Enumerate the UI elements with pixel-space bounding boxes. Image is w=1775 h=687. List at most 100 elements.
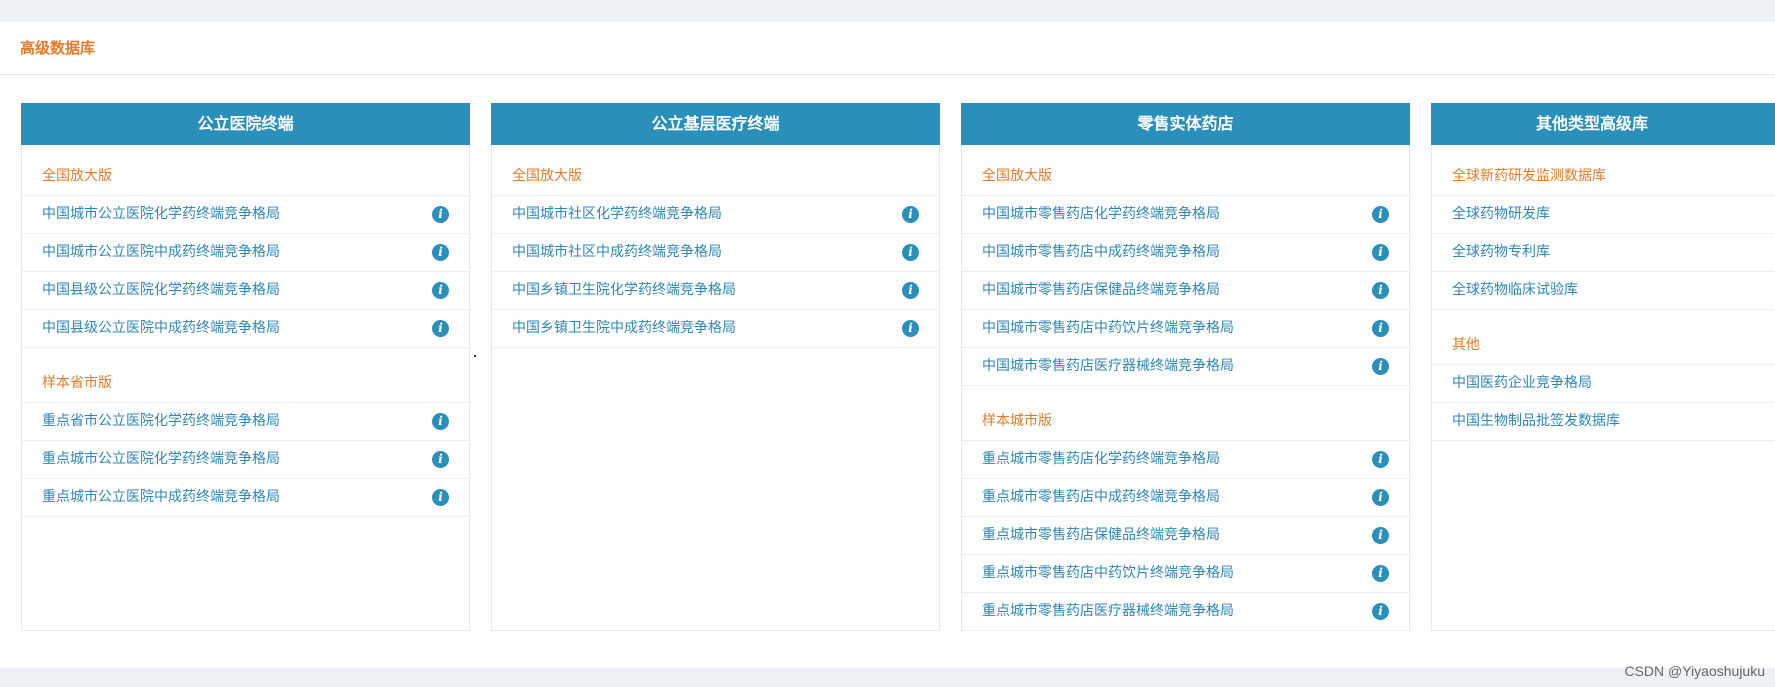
database-link-label: 重点城市零售药店保健品终端竞争格局 xyxy=(982,527,1220,543)
group-title: 全国放大版 xyxy=(962,157,1409,196)
info-icon[interactable]: i xyxy=(1372,527,1389,544)
database-link-label: 中国医药企业竞争格局 xyxy=(1452,375,1592,391)
info-icon[interactable]: i xyxy=(902,244,919,261)
database-link-label: 重点城市零售药店医疗器械终端竞争格局 xyxy=(982,603,1234,619)
database-link[interactable]: 重点城市零售药店中成药终端竞争格局 i xyxy=(962,479,1409,517)
database-link-label: 重点城市公立医院化学药终端竞争格局 xyxy=(42,451,280,467)
database-link[interactable]: 中国乡镇卫生院化学药终端竞争格局 i xyxy=(492,272,939,310)
database-link[interactable]: 重点城市零售药店化学药终端竞争格局 i xyxy=(962,441,1409,479)
info-icon[interactable]: i xyxy=(432,489,449,506)
database-link[interactable]: 全球药物研发库 xyxy=(1432,196,1775,234)
database-link-label: 重点省市公立医院化学药终端竞争格局 xyxy=(42,413,280,429)
database-link[interactable]: 全球药物临床试验库 xyxy=(1432,272,1775,310)
info-icon[interactable]: i xyxy=(1372,206,1389,223)
database-link[interactable]: 中国城市零售药店中成药终端竞争格局 i xyxy=(962,234,1409,272)
database-link[interactable]: 重点城市零售药店保健品终端竞争格局 i xyxy=(962,517,1409,555)
info-icon[interactable]: i xyxy=(432,206,449,223)
info-icon[interactable]: i xyxy=(432,282,449,299)
database-link-label: 重点城市公立医院中成药终端竞争格局 xyxy=(42,489,280,505)
column-body: 全国放大版 中国城市公立医院化学药终端竞争格局 i 中国城市公立医院中成药终端竞争格局… xyxy=(22,145,469,517)
panel-title: 高级数据库 xyxy=(0,22,1775,75)
database-link-label: 中国城市零售药店中成药终端竞争格局 xyxy=(982,244,1220,260)
column-body: 全国放大版 中国城市社区化学药终端竞争格局 i 中国城市社区中成药终端竞争格局 i 中国乡… xyxy=(492,145,939,348)
database-link[interactable]: 中国城市零售药店中药饮片终端竞争格局 i xyxy=(962,310,1409,348)
group-title: 样本城市版 xyxy=(962,402,1409,441)
group-title: 其他 xyxy=(1432,326,1775,365)
info-icon[interactable]: i xyxy=(1372,451,1389,468)
info-icon[interactable]: i xyxy=(1372,565,1389,582)
database-link-label: 全球药物研发库 xyxy=(1452,206,1550,222)
info-icon[interactable]: i xyxy=(1372,282,1389,299)
database-link-label: 中国乡镇卫生院中成药终端竞争格局 xyxy=(512,320,736,336)
database-link[interactable]: 中国城市零售药店保健品终端竞争格局 i xyxy=(962,272,1409,310)
item-group: 全国放大版 中国城市零售药店化学药终端竞争格局 i 中国城市零售药店中成药终端竞争格局… xyxy=(962,157,1409,386)
column-other-databases: 其他类型高级库 全球新药研发监测数据库全球药物研发库 全球药物专利库全球药物临床试… xyxy=(1431,103,1775,631)
database-link[interactable]: 中国县级公立医院化学药终端竞争格局 i xyxy=(22,272,469,310)
database-link-label: 中国城市零售药店医疗器械终端竞争格局 xyxy=(982,358,1234,374)
database-link[interactable]: 重点城市零售药店中药饮片终端竞争格局 i xyxy=(962,555,1409,593)
database-link[interactable]: 全球药物专利库 xyxy=(1432,234,1775,272)
info-icon[interactable]: i xyxy=(1372,603,1389,620)
database-link[interactable]: 重点城市公立医院化学药终端竞争格局 i xyxy=(22,441,469,479)
database-link-label: 中国城市社区中成药终端竞争格局 xyxy=(512,244,722,260)
database-link[interactable]: 重点城市公立医院中成药终端竞争格局 i xyxy=(22,479,469,517)
info-icon[interactable]: i xyxy=(1372,244,1389,261)
stray-dot xyxy=(474,355,476,357)
database-link[interactable]: 中国城市公立医院化学药终端竞争格局 i xyxy=(22,196,469,234)
info-icon[interactable]: i xyxy=(1372,358,1389,375)
column-retail-pharmacy: 零售实体药店 全国放大版 中国城市零售药店化学药终端竞争格局 i 中国城市零售药店中成… xyxy=(961,103,1410,631)
info-icon[interactable]: i xyxy=(902,320,919,337)
database-link-label: 中国县级公立医院化学药终端竞争格局 xyxy=(42,282,280,298)
group-title-link[interactable]: 全球新药研发监测数据库 xyxy=(1432,157,1775,196)
column-public-hospital: 公立医院终端 全国放大版 中国城市公立医院化学药终端竞争格局 i 中国城市公立医院中成… xyxy=(21,103,470,631)
database-link-label: 中国城市零售药店化学药终端竞争格局 xyxy=(982,206,1220,222)
column-body: 全球新药研发监测数据库全球药物研发库 全球药物专利库全球药物临床试验库其他中国医药… xyxy=(1432,145,1775,441)
database-link-label: 中国生物制品批签发数据库 xyxy=(1452,413,1620,429)
database-link[interactable]: 中国县级公立医院中成药终端竞争格局 i xyxy=(22,310,469,348)
info-icon[interactable]: i xyxy=(432,320,449,337)
database-link-label: 全球药物专利库 xyxy=(1452,244,1550,260)
database-link-label: 中国城市零售药店中药饮片终端竞争格局 xyxy=(982,320,1234,336)
item-group: 其他中国医药企业竞争格局中国生物制品批签发数据库 xyxy=(1432,326,1775,441)
info-icon[interactable]: i xyxy=(902,282,919,299)
database-link[interactable]: 中国生物制品批签发数据库 xyxy=(1432,403,1775,441)
column-body: 全国放大版 中国城市零售药店化学药终端竞争格局 i 中国城市零售药店中成药终端竞争格局… xyxy=(962,145,1409,631)
info-icon[interactable]: i xyxy=(432,413,449,430)
database-link[interactable]: 中国乡镇卫生院中成药终端竞争格局 i xyxy=(492,310,939,348)
column-primary-care: 公立基层医疗终端 全国放大版 中国城市社区化学药终端竞争格局 i 中国城市社区中成药终… xyxy=(491,103,940,631)
info-icon[interactable]: i xyxy=(432,451,449,468)
database-link[interactable]: 重点城市零售药店医疗器械终端竞争格局 i xyxy=(962,593,1409,631)
info-icon[interactable]: i xyxy=(1372,489,1389,506)
database-link[interactable]: 中国城市社区化学药终端竞争格局 i xyxy=(492,196,939,234)
watermark: CSDN @Yiyaoshujuku xyxy=(1624,663,1765,679)
item-group: 全国放大版 中国城市社区化学药终端竞争格局 i 中国城市社区中成药终端竞争格局 i 中国乡… xyxy=(492,157,939,348)
database-link[interactable]: 重点省市公立医院化学药终端竞争格局 i xyxy=(22,403,469,441)
info-icon[interactable]: i xyxy=(1372,320,1389,337)
database-link[interactable]: 中国医药企业竞争格局 xyxy=(1432,365,1775,403)
database-link-label: 中国城市社区化学药终端竞争格局 xyxy=(512,206,722,222)
database-link-label: 中国城市零售药店保健品终端竞争格局 xyxy=(982,282,1220,298)
database-link-label: 重点城市零售药店中药饮片终端竞争格局 xyxy=(982,565,1234,581)
database-link[interactable]: 中国城市社区中成药终端竞争格局 i xyxy=(492,234,939,272)
database-link[interactable]: 中国城市零售药店化学药终端竞争格局 i xyxy=(962,196,1409,234)
database-link-label: 中国城市公立医院中成药终端竞争格局 xyxy=(42,244,280,260)
database-link[interactable]: 中国城市公立医院中成药终端竞争格局 i xyxy=(22,234,469,272)
database-link-label: 中国城市公立医院化学药终端竞争格局 xyxy=(42,206,280,222)
column-title: 其他类型高级库 xyxy=(1431,103,1775,145)
column-title: 零售实体药店 xyxy=(961,103,1410,145)
database-link-label: 中国县级公立医院中成药终端竞争格局 xyxy=(42,320,280,336)
item-group: 样本城市版 重点城市零售药店化学药终端竞争格局 i 重点城市零售药店中成药终端竞争格局… xyxy=(962,402,1409,631)
database-link-label: 重点城市零售药店化学药终端竞争格局 xyxy=(982,451,1220,467)
group-title: 全国放大版 xyxy=(492,157,939,196)
info-icon[interactable]: i xyxy=(432,244,449,261)
column-title: 公立医院终端 xyxy=(21,103,470,145)
column-title: 公立基层医疗终端 xyxy=(491,103,940,145)
database-link[interactable]: 中国城市零售药店医疗器械终端竞争格局 i xyxy=(962,348,1409,386)
item-group: 全国放大版 中国城市公立医院化学药终端竞争格局 i 中国城市公立医院中成药终端竞争格局… xyxy=(22,157,469,348)
database-link-label: 全球药物临床试验库 xyxy=(1452,282,1578,298)
info-icon[interactable]: i xyxy=(902,206,919,223)
item-group: 样本省市版 重点省市公立医院化学药终端竞争格局 i 重点城市公立医院化学药终端竞争格局… xyxy=(22,364,469,517)
group-title: 全国放大版 xyxy=(22,157,469,196)
item-group: 全球新药研发监测数据库全球药物研发库 全球药物专利库全球药物临床试验库 xyxy=(1432,157,1775,310)
advanced-database-panel: 高级数据库 公立医院终端 全国放大版 中国城市公立医院化学药终端竞争格局 i 中国城市… xyxy=(0,22,1775,668)
